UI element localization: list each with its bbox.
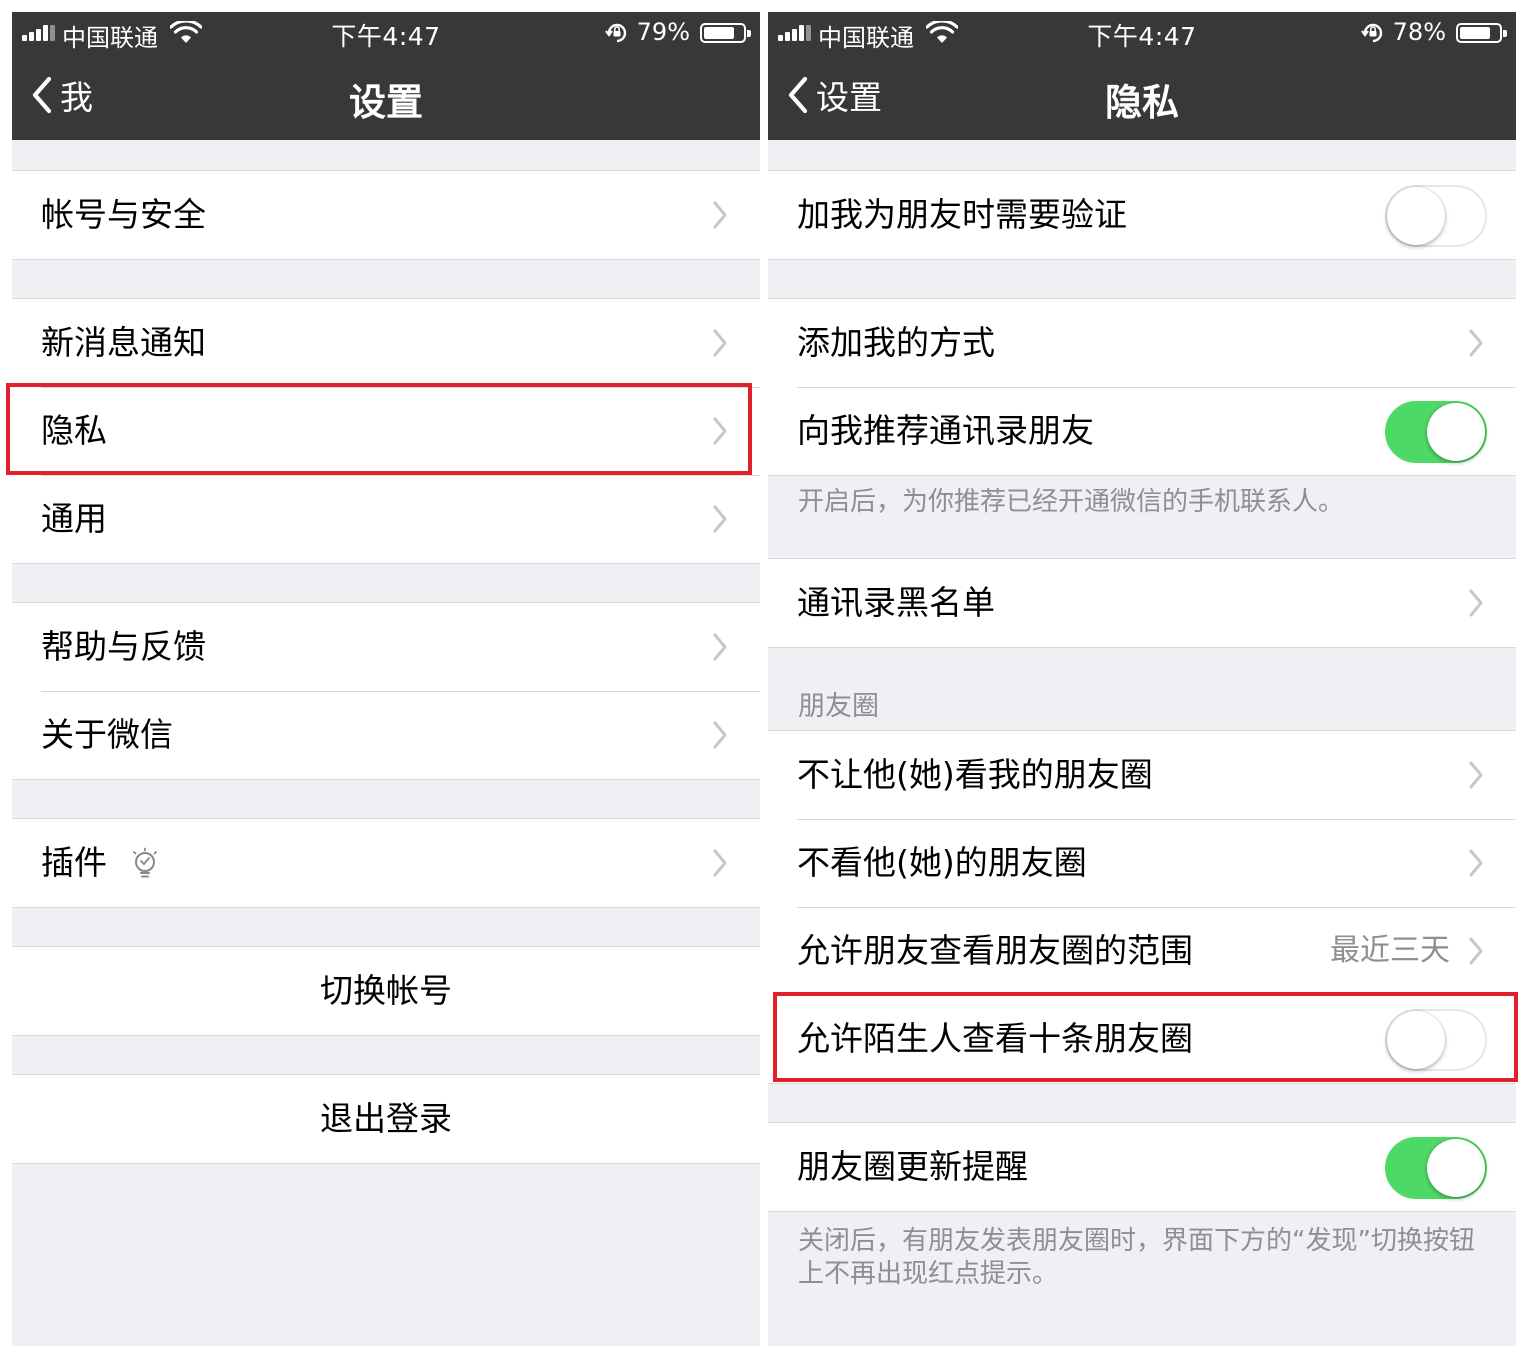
chevron-right-icon	[713, 505, 727, 533]
hide-their-moments-row[interactable]: 不看他(她)的朋友圈	[768, 819, 1516, 907]
verify-friend-requests-switch[interactable]	[1385, 185, 1487, 247]
moments-update-reminder-row: 朋友圈更新提醒	[768, 1123, 1516, 1211]
row-label: 通用	[41, 499, 107, 538]
about-wechat-row[interactable]: 关于微信	[12, 691, 760, 779]
page-title: 隐私	[1105, 81, 1179, 124]
battery-icon	[700, 23, 751, 43]
row-label: 插件	[41, 843, 107, 882]
navigation-bar: 设置 隐私	[768, 52, 1516, 140]
moments-group: 朋友圈更新提醒	[768, 1122, 1516, 1212]
logout-button[interactable]: 退出登录	[12, 1075, 760, 1163]
strangers-setting-highlight-box	[773, 992, 1518, 1082]
button-label: 切换帐号	[320, 971, 452, 1010]
battery-percentage: 79%	[636, 18, 690, 46]
button-label: 退出登录	[320, 1099, 452, 1138]
lightbulb-icon	[133, 847, 157, 878]
navigation-bar: 我 设置	[12, 52, 760, 140]
chevron-right-icon	[713, 849, 727, 877]
row-label: 允许朋友查看朋友圈的范围	[797, 931, 1193, 970]
chevron-right-icon	[1469, 849, 1483, 877]
settings-group: 退出登录	[12, 1074, 760, 1164]
row-label: 加我为朋友时需要验证	[797, 195, 1127, 234]
moments-visibility-range-row[interactable]: 允许朋友查看朋友圈的范围 最近三天	[768, 907, 1516, 995]
ways-to-add-me-row[interactable]: 添加我的方式	[768, 299, 1516, 387]
chevron-right-icon	[713, 633, 727, 661]
new-message-notification-row[interactable]: 新消息通知	[12, 299, 760, 387]
recommend-contacts-switch[interactable]	[1385, 401, 1487, 463]
privacy-group: 通讯录黑名单	[768, 558, 1516, 648]
settings-screen: 中国联通 下午4:47 79% 我 设置 帐号与安全 新消息通知 隐私 通用 帮…	[12, 12, 760, 1346]
chevron-right-icon	[713, 201, 727, 229]
settings-group: 切换帐号	[12, 946, 760, 1036]
moments-update-note: 关闭后，有朋友发表朋友圈时，界面下方的“发现”切换按钮上不再出现红点提示。	[798, 1226, 1475, 1289]
row-label: 不看他(她)的朋友圈	[797, 843, 1087, 882]
recommend-contacts-note: 开启后，为你推荐已经开通微信的手机联系人。	[798, 487, 1345, 517]
help-feedback-row[interactable]: 帮助与反馈	[12, 603, 760, 691]
chevron-right-icon	[1469, 761, 1483, 789]
row-label: 添加我的方式	[797, 323, 995, 362]
hide-my-moments-row[interactable]: 不让他(她)看我的朋友圈	[768, 731, 1516, 819]
orientation-lock-icon	[605, 23, 627, 43]
chevron-right-icon	[713, 329, 727, 357]
privacy-group: 添加我的方式 向我推荐通讯录朋友	[768, 298, 1516, 476]
row-label: 向我推荐通讯录朋友	[797, 411, 1094, 450]
row-label: 新消息通知	[41, 323, 206, 362]
privacy-screen: 中国联通 下午4:47 78% 设置 隐私 加我为朋友时需要验证 添加我的方式 …	[768, 12, 1516, 1346]
row-label: 不让他(她)看我的朋友圈	[797, 755, 1153, 794]
general-row[interactable]: 通用	[12, 475, 760, 563]
contacts-blocklist-row[interactable]: 通讯录黑名单	[768, 559, 1516, 647]
account-security-row[interactable]: 帐号与安全	[12, 171, 760, 259]
page-title: 设置	[349, 81, 423, 124]
chevron-right-icon	[1469, 937, 1483, 965]
row-label: 帮助与反馈	[41, 627, 206, 666]
chevron-right-icon	[1469, 589, 1483, 617]
settings-group: 帮助与反馈 关于微信	[12, 602, 760, 780]
row-label: 关于微信	[41, 715, 173, 754]
privacy-highlight-box	[6, 383, 752, 475]
status-bar: 中国联通 下午4:47 78%	[768, 12, 1516, 52]
chevron-right-icon	[1469, 329, 1483, 357]
settings-group: 帐号与安全	[12, 170, 760, 260]
privacy-group: 加我为朋友时需要验证	[768, 170, 1516, 260]
verify-friend-requests-row: 加我为朋友时需要验证	[768, 171, 1516, 259]
row-label: 帐号与安全	[41, 195, 206, 234]
battery-percentage: 78%	[1392, 18, 1446, 46]
row-value: 最近三天	[1330, 933, 1450, 968]
status-bar: 中国联通 下午4:47 79%	[12, 12, 760, 52]
settings-group: 插件	[12, 818, 760, 908]
battery-icon	[1456, 23, 1507, 43]
row-label: 通讯录黑名单	[797, 583, 995, 622]
switch-account-button[interactable]: 切换帐号	[12, 947, 760, 1035]
chevron-right-icon	[713, 721, 727, 749]
recommend-contacts-row: 向我推荐通讯录朋友	[768, 387, 1516, 475]
moments-section-header: 朋友圈	[798, 691, 879, 722]
row-label: 朋友圈更新提醒	[797, 1147, 1028, 1186]
plugins-row[interactable]: 插件	[12, 819, 760, 907]
orientation-lock-icon	[1361, 23, 1383, 43]
moments-update-reminder-switch[interactable]	[1385, 1137, 1487, 1199]
